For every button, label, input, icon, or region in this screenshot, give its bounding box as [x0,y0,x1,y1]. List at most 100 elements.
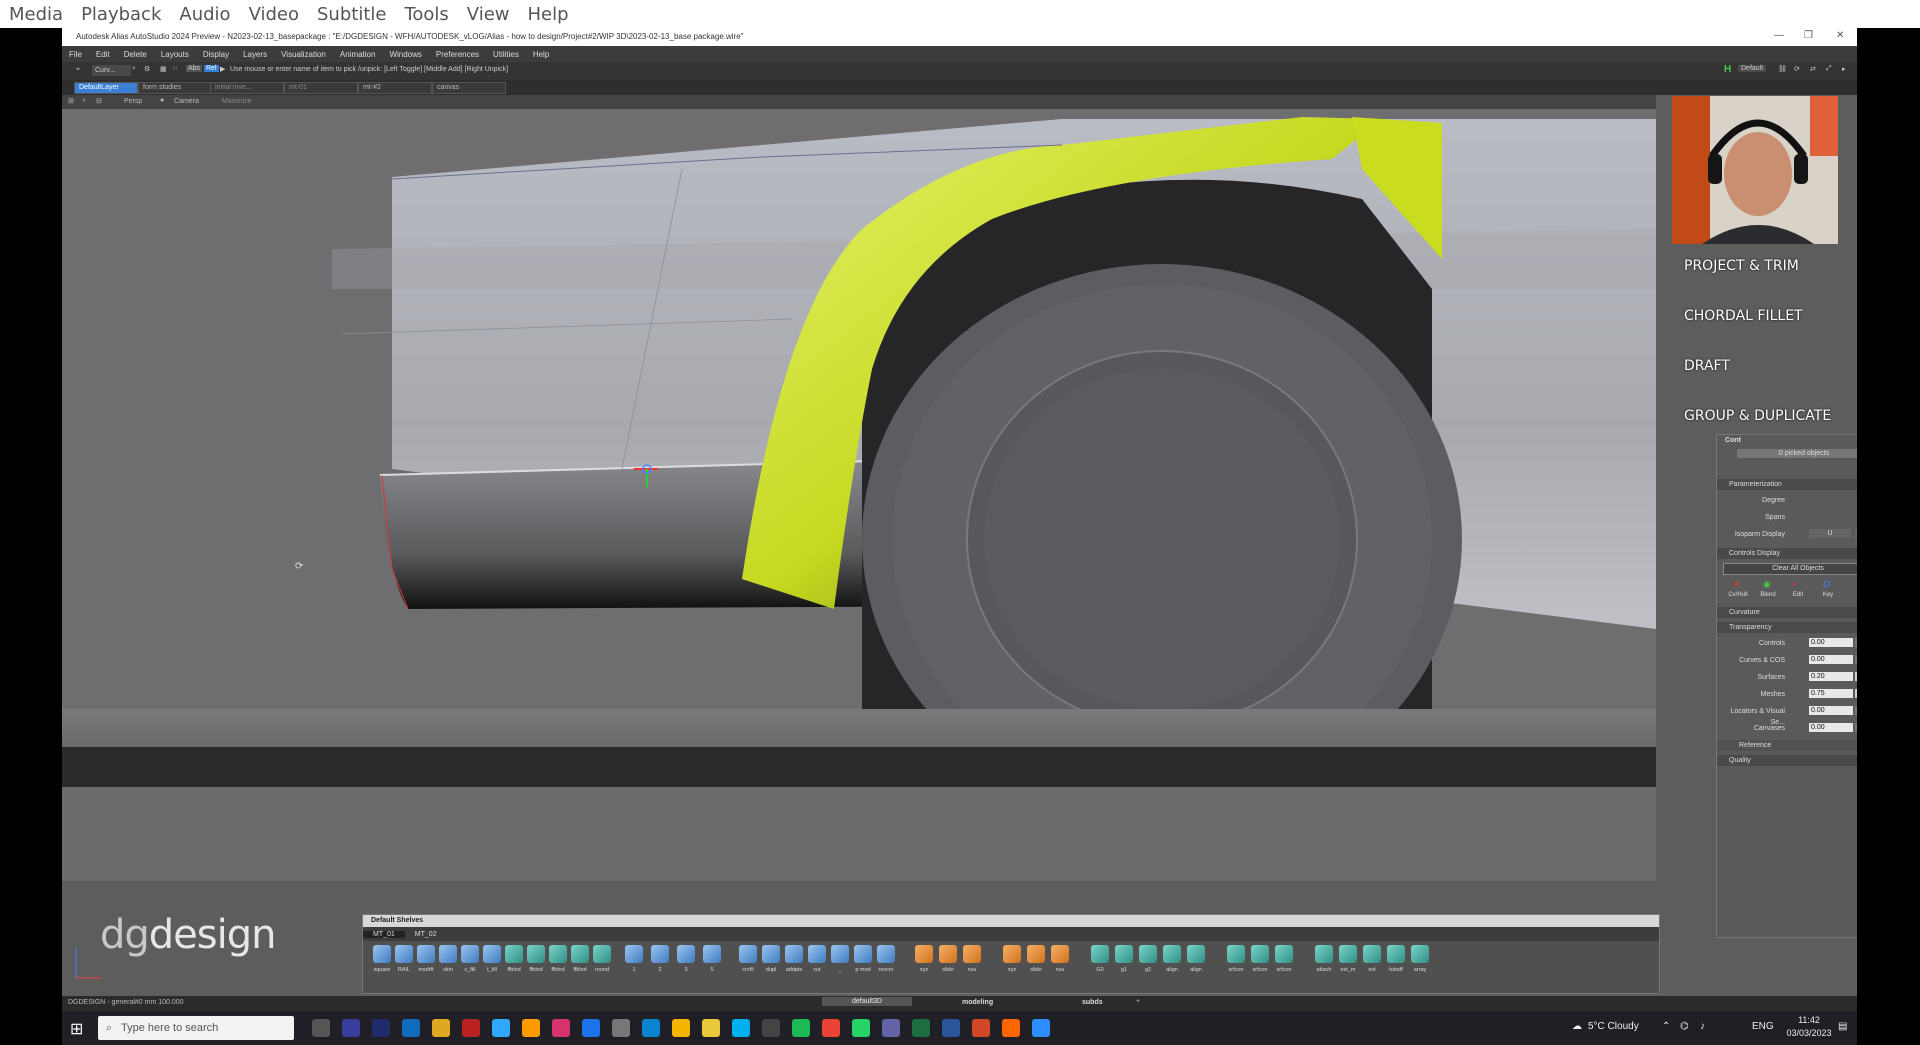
view-grid-icon[interactable]: ⊟ [96,97,102,105]
menu-tools[interactable]: Tools [395,4,457,25]
indesign-icon[interactable] [552,1019,570,1037]
volume-icon[interactable]: ♪ [1700,1021,1705,1032]
minimize-icon[interactable]: — [1774,30,1784,41]
grid-dots-icon[interactable]: ⁙ [172,65,178,73]
shelf-tool[interactable]: dupl [760,943,782,973]
view-zoom-icon[interactable]: ⌕ [82,97,86,105]
layer-initial-inve[interactable]: initial inve... [210,82,284,94]
clock-time[interactable]: 11:42 [1784,1015,1834,1025]
expand-icon[interactable]: ⤢ [1826,65,1832,73]
menu-animation[interactable]: Animation [333,50,383,59]
history-icon[interactable]: H [1724,64,1731,75]
sync-icon[interactable]: ⇄ [1810,65,1816,73]
shelf-tool[interactable]: ffblnd [569,943,591,973]
whatsapp-icon[interactable] [852,1019,870,1037]
chrome-icon[interactable] [822,1019,840,1037]
section-curvature[interactable]: Curvature [1717,607,1857,618]
clock-date[interactable]: 03/03/2023 [1784,1028,1834,1038]
transparency-value-field[interactable]: 0.00 [1809,723,1853,732]
shelf-tab-mt02[interactable]: MT_02 [405,931,447,938]
restore-icon[interactable]: ❐ [1804,30,1813,41]
menu-help[interactable]: Help [519,4,578,25]
notifications-icon[interactable]: ▤ [1838,1021,1847,1032]
menu-view[interactable]: View [458,4,519,25]
shelf-tool[interactable]: revcrv [875,943,897,973]
view-camera[interactable]: Camera [174,98,199,105]
language-indicator[interactable]: ENG [1752,1021,1774,1032]
transparency-value-field[interactable]: 0.20 [1809,672,1853,681]
pick-field[interactable]: Curv... [92,65,131,76]
cv-hull-icon[interactable]: ✕ [1733,579,1741,590]
teams-icon[interactable] [882,1019,900,1037]
shelf-tool[interactable]: round [591,943,613,973]
weather-icon[interactable]: ☁ [1572,1021,1582,1032]
menu-subtitle[interactable]: Subtitle [308,4,395,25]
shelf-tool[interactable]: crvfil [737,943,759,973]
abs-toggle[interactable]: Abs [186,65,203,72]
calculator-icon[interactable] [582,1019,600,1037]
vlc-icon[interactable] [1002,1019,1020,1037]
shelf-tab-mt01[interactable]: MT_01 [363,930,405,938]
shelf-tool[interactable]: ffblnd [547,943,569,973]
premiere-icon[interactable] [372,1019,390,1037]
view-menu-icon[interactable]: ⊞ [68,97,74,105]
add-tab-button[interactable]: + [1136,998,1140,1005]
menu-layouts[interactable]: Layouts [154,50,196,59]
arrow-right-icon[interactable]: ▸ [1842,65,1846,73]
shelf-tool[interactable]: msdrft [415,943,437,973]
shelf-tool[interactable]: xyz [913,943,935,973]
menu-display[interactable]: Display [196,50,236,59]
shelf-tool[interactable]: ext_m [1337,943,1359,973]
shelf-tool[interactable]: nuv [1049,943,1071,973]
shelf-tool[interactable]: cut [806,943,828,973]
transparency-slider[interactable] [1855,706,1857,715]
shelf-tool[interactable]: slide [1025,943,1047,973]
edit-icon[interactable]: ▪ [1793,579,1796,589]
shelf-tool[interactable]: tuboff [1385,943,1407,973]
menu-playback[interactable]: Playback [72,4,170,25]
weather-text[interactable]: 5°C Cloudy [1588,1021,1639,1032]
transparency-slider[interactable] [1855,689,1857,698]
menu-visualization[interactable]: Visualization [274,50,333,59]
shelf-tool[interactable]: xyz [1001,943,1023,973]
windows-start-icon[interactable]: ⊞ [70,1019,83,1039]
menu-windows[interactable]: Windows [382,50,428,59]
photoshop-icon[interactable] [492,1019,510,1037]
shelf-tool[interactable]: align [1161,943,1183,973]
view-maximize[interactable]: Maximize [222,98,252,105]
shelf-tool[interactable]: srfcon [1225,943,1247,973]
status-tab-subds[interactable]: subds [1062,998,1123,1007]
menu-preferences[interactable]: Preferences [429,50,486,59]
skype-icon[interactable] [732,1019,750,1037]
layer-mt-01[interactable]: mt-01 [284,82,358,94]
shelf-tool[interactable]: skin [437,943,459,973]
network-icon[interactable]: ⌬ [1680,1021,1689,1032]
app-icon-generic[interactable] [612,1019,630,1037]
shelf-tool[interactable]: t_fill [481,943,503,973]
grid-icon[interactable]: ▦ [160,65,167,73]
close-icon[interactable]: ✕ [1836,30,1844,41]
shelf-tool[interactable]: p mod [852,943,874,973]
outlook-icon[interactable] [402,1019,420,1037]
shelf-tool[interactable]: ffblnd [525,943,547,973]
shelf-tool[interactable]: array [1409,943,1431,973]
spotify-icon[interactable] [792,1019,810,1037]
shelf-tool[interactable]: 3 [675,943,697,973]
refresh-icon[interactable]: ⟳ [1794,65,1800,73]
iso-u-button[interactable]: U [1809,529,1851,538]
menu-video[interactable]: Video [240,4,308,25]
app-icon-alias[interactable] [342,1019,360,1037]
layer-canvas[interactable]: canvas [432,82,506,94]
iso-v-button[interactable]: V [1855,529,1857,538]
layer-form-studies[interactable]: form studies [138,82,212,94]
layout-selector[interactable]: Default [1738,65,1767,72]
shelf-tool[interactable]: RAIL [393,943,415,973]
layer-default[interactable]: DefaultLayer [74,82,138,94]
transparency-value-field[interactable]: 0.00 [1809,655,1853,664]
menu-audio[interactable]: Audio [170,4,239,25]
blend-icon[interactable]: ◉ [1763,579,1771,590]
shelf-tool[interactable]: ext [1361,943,1383,973]
shelf-tool[interactable]: nuv [961,943,983,973]
status-tab-default3d[interactable]: default3D [822,997,912,1006]
shelf-tool[interactable]: 1 [623,943,645,973]
